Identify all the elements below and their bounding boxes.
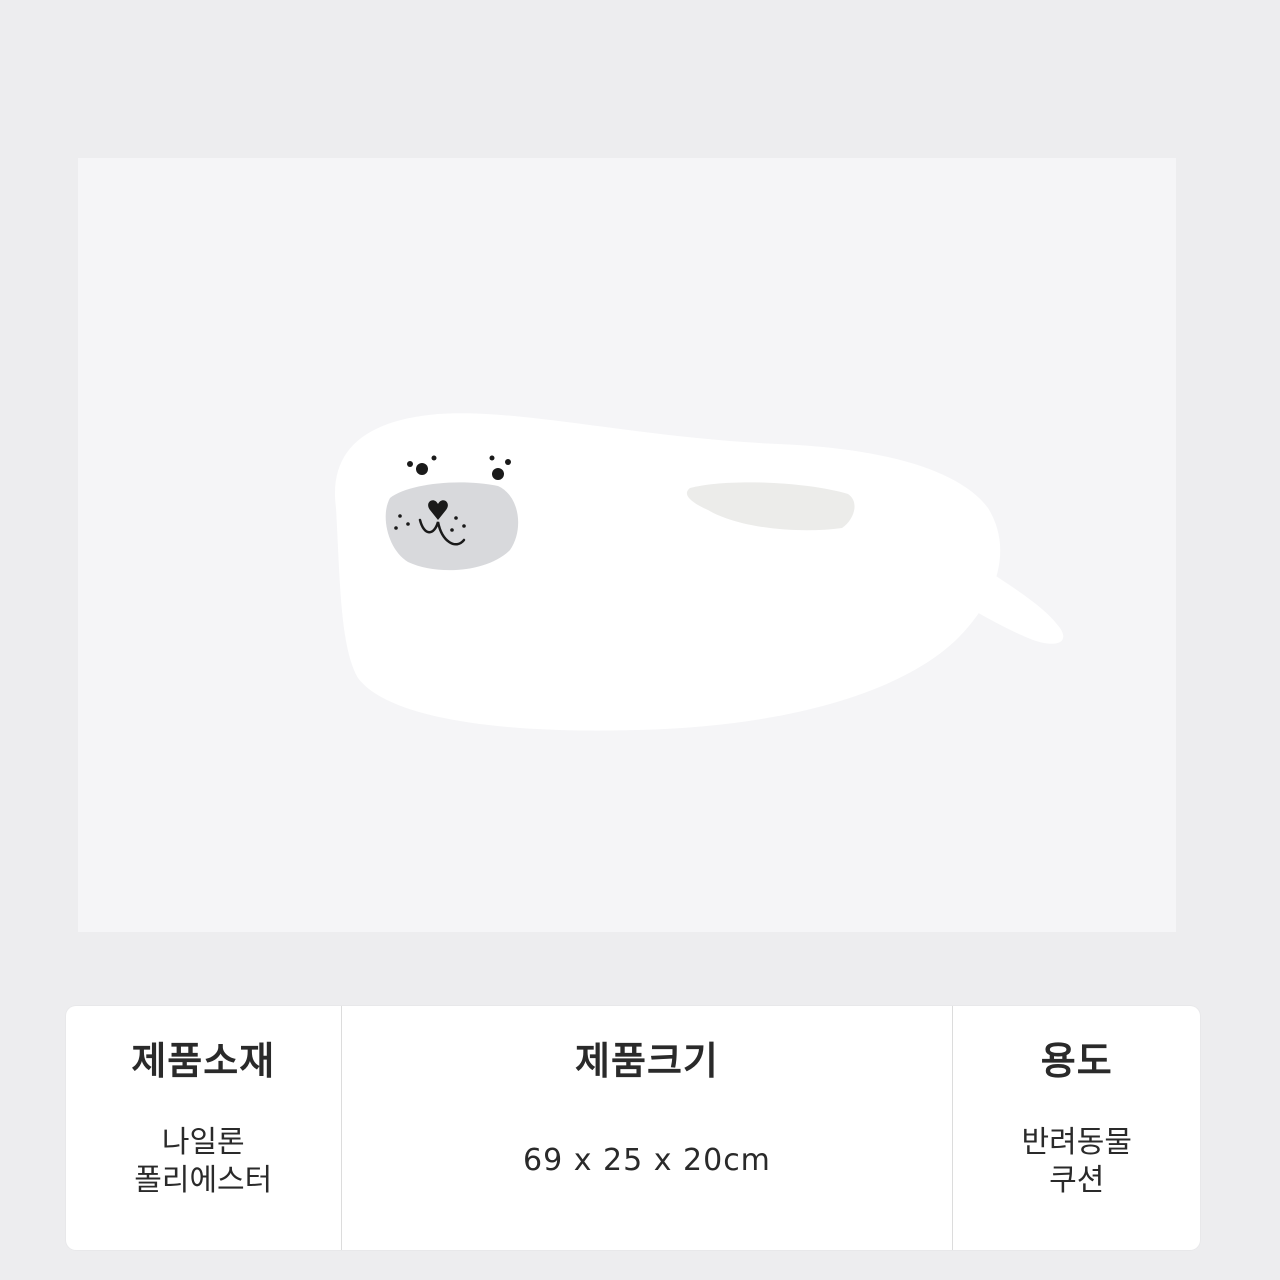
seal-muzzle <box>385 482 519 571</box>
spec-usage-heading: 용도 <box>1040 1039 1113 1083</box>
spec-material: 제품소재 나일론 폴리에스터 <box>66 1006 341 1250</box>
seal-right-eye-spot <box>489 455 495 461</box>
product-spec-card: 제품소재 나일론 폴리에스터 제품크기 69 x 25 x 20cm 용도 반려… <box>66 1006 1200 1250</box>
spec-material-line: 폴리에스터 <box>134 1163 273 1198</box>
seal-right-eye <box>492 468 504 480</box>
spec-usage-line: 반려동물 <box>1021 1125 1132 1160</box>
spec-size: 제품크기 69 x 25 x 20cm <box>340 1006 953 1250</box>
seal-left-eye-spot <box>431 455 437 461</box>
spec-size-heading: 제품크기 <box>575 1039 719 1083</box>
spec-usage-line: 쿠션 <box>1049 1163 1105 1198</box>
seal-left-eye-spot <box>407 461 413 467</box>
seal-cushion-illustration <box>334 413 1064 731</box>
spec-usage: 용도 반려동물 쿠션 <box>952 1006 1200 1250</box>
product-photo-panel <box>78 158 1176 932</box>
spec-material-heading: 제품소재 <box>131 1039 276 1083</box>
spec-usage-value: 반려동물 쿠션 <box>953 1124 1200 1200</box>
seal-body <box>334 413 1001 731</box>
spec-material-value: 나일론 폴리에스터 <box>66 1124 341 1200</box>
seal-left-eye <box>416 463 428 475</box>
spec-size-value: 69 x 25 x 20cm <box>523 1143 771 1178</box>
seal-right-eye-spot <box>505 459 511 465</box>
spec-material-line: 나일론 <box>161 1125 245 1160</box>
